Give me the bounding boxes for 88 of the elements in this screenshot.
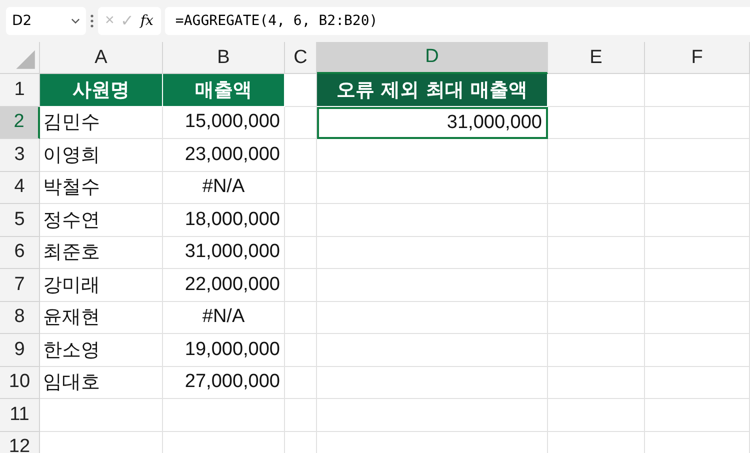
row-header[interactable]: 3 xyxy=(0,139,40,172)
empty-cell[interactable] xyxy=(548,172,645,204)
table-cell[interactable]: 27,000,000 xyxy=(163,366,285,399)
empty-cell[interactable] xyxy=(645,139,750,172)
table-cell[interactable]: 강미래 xyxy=(40,269,163,302)
empty-cell[interactable] xyxy=(285,106,317,139)
header-cell[interactable]: 오류 제외 최대 매출액 xyxy=(317,74,548,106)
empty-cell[interactable] xyxy=(645,106,750,139)
name-box[interactable]: D2 xyxy=(6,7,86,35)
column-header[interactable]: A xyxy=(40,42,163,74)
empty-cell[interactable] xyxy=(645,172,750,204)
empty-cell[interactable] xyxy=(548,366,645,399)
empty-cell[interactable] xyxy=(548,269,645,302)
empty-cell[interactable] xyxy=(645,74,750,106)
row-header[interactable]: 6 xyxy=(0,236,40,269)
empty-cell[interactable] xyxy=(317,269,548,302)
empty-cell[interactable] xyxy=(285,204,317,236)
caret-icon xyxy=(71,18,80,24)
empty-cell[interactable] xyxy=(548,334,645,366)
row-header[interactable]: 10 xyxy=(0,366,40,399)
empty-cell[interactable] xyxy=(548,204,645,236)
table-cell[interactable]: 김민수 xyxy=(40,106,163,139)
table-cell[interactable]: 박철수 xyxy=(40,172,163,204)
table-cell[interactable]: 임대호 xyxy=(40,366,163,399)
empty-cell[interactable] xyxy=(285,236,317,269)
empty-cell[interactable] xyxy=(645,366,750,399)
row-header[interactable]: 2 xyxy=(0,106,40,139)
empty-cell[interactable] xyxy=(548,302,645,334)
empty-cell[interactable] xyxy=(548,139,645,172)
table-cell[interactable]: 한소영 xyxy=(40,334,163,366)
formula-field[interactable]: =AGGREGATE(4, 6, B2:B20) xyxy=(165,7,750,35)
table-cell[interactable]: 윤재현 xyxy=(40,302,163,334)
empty-cell[interactable] xyxy=(317,399,548,432)
empty-cell[interactable] xyxy=(285,302,317,334)
more-icon[interactable] xyxy=(90,14,94,28)
insert-function-button[interactable]: fx xyxy=(136,13,158,29)
empty-cell[interactable] xyxy=(645,302,750,334)
empty-cell[interactable] xyxy=(285,399,317,432)
table-cell[interactable]: #N/A xyxy=(163,302,285,334)
select-all-button[interactable] xyxy=(0,42,40,74)
column-header[interactable]: B xyxy=(163,42,285,74)
empty-cell[interactable] xyxy=(285,269,317,302)
empty-cell[interactable] xyxy=(285,139,317,172)
header-cell[interactable]: 매출액 xyxy=(163,74,285,106)
table-cell[interactable]: 이영희 xyxy=(40,139,163,172)
table-cell[interactable]: #N/A xyxy=(163,172,285,204)
column-header[interactable]: E xyxy=(548,42,645,74)
empty-cell[interactable] xyxy=(548,106,645,139)
table-cell[interactable]: 31,000,000 xyxy=(317,106,548,139)
row-header[interactable]: 7 xyxy=(0,269,40,302)
empty-cell[interactable] xyxy=(317,172,548,204)
table-cell[interactable]: 22,000,000 xyxy=(163,269,285,302)
empty-cell[interactable] xyxy=(548,399,645,432)
table-cell[interactable]: 18,000,000 xyxy=(163,204,285,236)
table-cell[interactable]: 최준호 xyxy=(40,236,163,269)
table-cell[interactable]: 31,000,000 xyxy=(163,236,285,269)
header-cell[interactable]: 사원명 xyxy=(40,74,163,106)
empty-cell[interactable] xyxy=(285,366,317,399)
empty-cell[interactable] xyxy=(317,334,548,366)
empty-cell[interactable] xyxy=(645,269,750,302)
empty-cell[interactable] xyxy=(645,204,750,236)
empty-cell[interactable] xyxy=(317,302,548,334)
row-header[interactable]: 5 xyxy=(0,204,40,236)
empty-cell[interactable] xyxy=(548,236,645,269)
row-header[interactable]: 4 xyxy=(0,172,40,204)
column-header[interactable]: F xyxy=(645,42,750,74)
table-cell[interactable]: 23,000,000 xyxy=(163,139,285,172)
table-cell[interactable]: 정수연 xyxy=(40,204,163,236)
empty-cell[interactable] xyxy=(163,399,285,432)
row-header[interactable]: 8 xyxy=(0,302,40,334)
column-header[interactable]: D xyxy=(317,42,548,74)
row-header[interactable]: 12 xyxy=(0,432,40,453)
empty-cell[interactable] xyxy=(645,399,750,432)
row-header[interactable]: 9 xyxy=(0,334,40,366)
empty-cell[interactable] xyxy=(317,236,548,269)
empty-cell[interactable] xyxy=(285,334,317,366)
empty-cell[interactable] xyxy=(317,204,548,236)
row-header[interactable]: 1 xyxy=(0,74,40,106)
empty-cell[interactable] xyxy=(645,236,750,269)
empty-cell[interactable] xyxy=(317,366,548,399)
empty-cell[interactable] xyxy=(285,172,317,204)
corner-triangle-icon xyxy=(14,48,36,70)
table-cell[interactable]: 15,000,000 xyxy=(163,106,285,139)
empty-cell[interactable] xyxy=(317,139,548,172)
table-cell[interactable]: 19,000,000 xyxy=(163,334,285,366)
empty-cell[interactable] xyxy=(645,334,750,366)
column-header[interactable]: C xyxy=(285,42,317,74)
row-header[interactable]: 11 xyxy=(0,399,40,432)
